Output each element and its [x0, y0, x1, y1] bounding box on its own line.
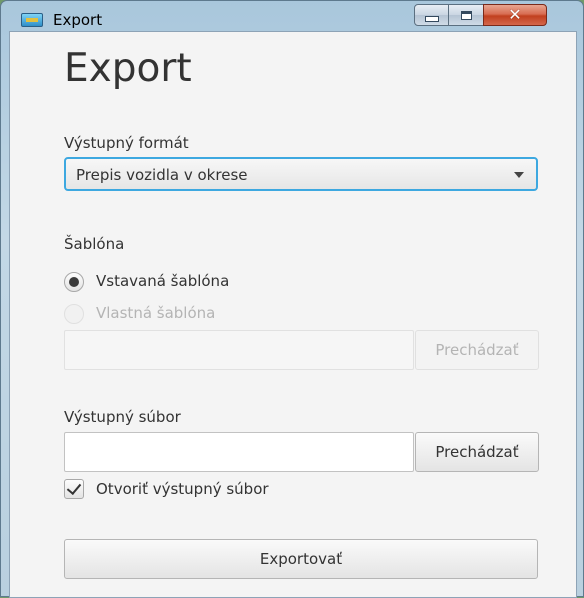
dialog-content: Export Výstupný formát Prepis vozidla v … [9, 31, 577, 598]
output-file-field[interactable] [64, 432, 414, 472]
export-button[interactable]: Exportovať [64, 539, 538, 579]
export-window: Export ✕ Export Výstupný formát Prepis v… [0, 0, 584, 598]
minimize-icon [424, 16, 439, 22]
custom-template-radio[interactable] [64, 304, 84, 324]
output-file-browse-button[interactable]: Prechádzať [415, 432, 539, 472]
output-format-value: Prepis vozidla v okrese [76, 166, 248, 184]
output-file-label: Výstupný súbor [64, 408, 181, 426]
close-button[interactable]: ✕ [483, 4, 547, 26]
builtin-template-radio[interactable] [64, 272, 84, 292]
title-bar[interactable]: Export ✕ [1, 1, 584, 31]
minimize-button[interactable] [414, 4, 449, 26]
open-output-label[interactable]: Otvoriť výstupný súbor [96, 480, 269, 498]
page-title: Export [64, 46, 192, 91]
template-browse-button[interactable]: Prechádzať [415, 330, 539, 370]
builtin-template-label[interactable]: Vstavaná šablóna [96, 272, 229, 290]
custom-template-label[interactable]: Vlastná šablóna [96, 304, 215, 322]
maximize-button[interactable] [448, 4, 484, 26]
output-format-select[interactable]: Prepis vozidla v okrese [64, 157, 538, 191]
maximize-icon [460, 10, 472, 20]
chevron-down-icon [514, 172, 524, 178]
close-icon: ✕ [508, 5, 522, 24]
template-path-field[interactable] [64, 330, 414, 370]
output-format-label: Výstupný formát [64, 134, 189, 152]
checkmark-icon [66, 479, 82, 496]
window-title: Export [53, 11, 103, 29]
open-output-checkbox[interactable] [64, 479, 84, 499]
template-label: Šablóna [64, 235, 125, 253]
app-icon [21, 13, 43, 27]
